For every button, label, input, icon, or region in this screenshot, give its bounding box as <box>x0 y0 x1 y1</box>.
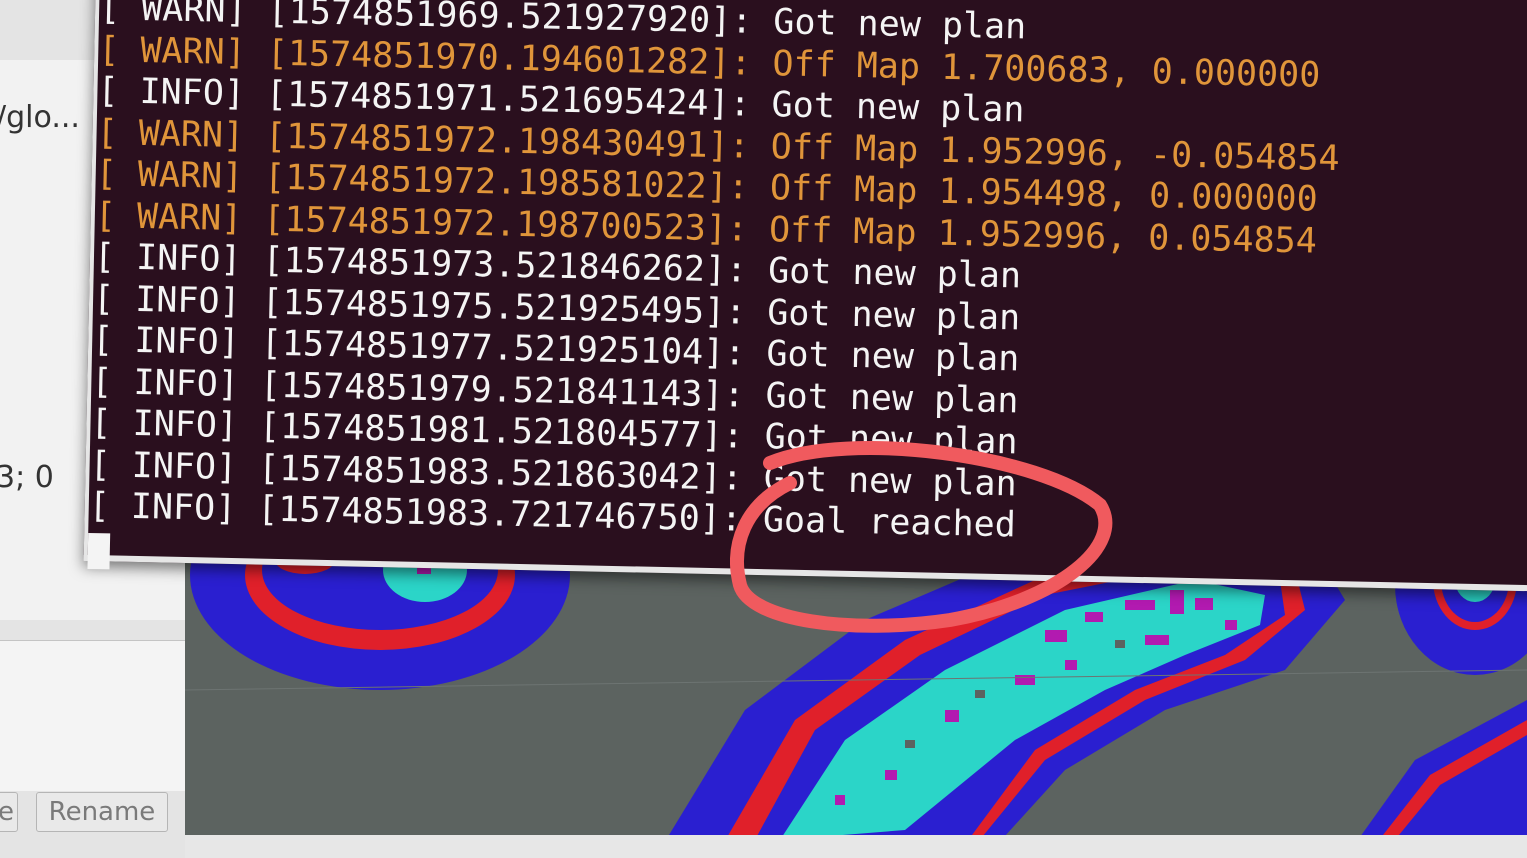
log-timestamp: [1574851983.721746750] <box>256 489 722 540</box>
remove-button[interactable]: e <box>0 792 18 832</box>
log-message: Got new plan <box>771 85 1025 131</box>
topic-label[interactable]: /glo... <box>0 100 80 135</box>
log-level: [ INFO] <box>91 320 241 364</box>
log-level: [ WARN] <box>95 154 244 198</box>
value-readout: 3; 0 <box>0 460 54 495</box>
log-level: [ WARN] <box>97 29 247 73</box>
log-level: [ WARN] <box>96 112 245 156</box>
properties-area <box>0 640 185 791</box>
log-level: [ INFO] <box>89 444 238 488</box>
log-level: [ INFO] <box>97 71 246 115</box>
log-level: [ INFO] <box>93 237 242 281</box>
log-level: [ INFO] <box>88 485 237 530</box>
log-message: Got new plan <box>766 334 1020 380</box>
log-level: [ WARN] <box>94 195 243 239</box>
log-message: Got new plan <box>767 251 1022 297</box>
log-message: Got new plan <box>765 375 1019 421</box>
annotation-circle <box>730 441 1113 633</box>
terminal-log: [ WARN] [1574851969.521927920]: Got new … <box>87 0 1342 595</box>
terminal-cursor <box>87 532 111 570</box>
log-level: [ INFO] <box>90 402 239 447</box>
log-level: [ INFO] <box>92 278 242 322</box>
map-bottom-bar <box>185 835 1527 858</box>
log-message: Got new plan <box>772 2 1027 48</box>
log-level: [ WARN] <box>98 0 248 32</box>
rename-button[interactable]: Rename <box>36 792 168 832</box>
log-level: [ INFO] <box>90 361 240 405</box>
log-message: Got new plan <box>766 292 1021 338</box>
